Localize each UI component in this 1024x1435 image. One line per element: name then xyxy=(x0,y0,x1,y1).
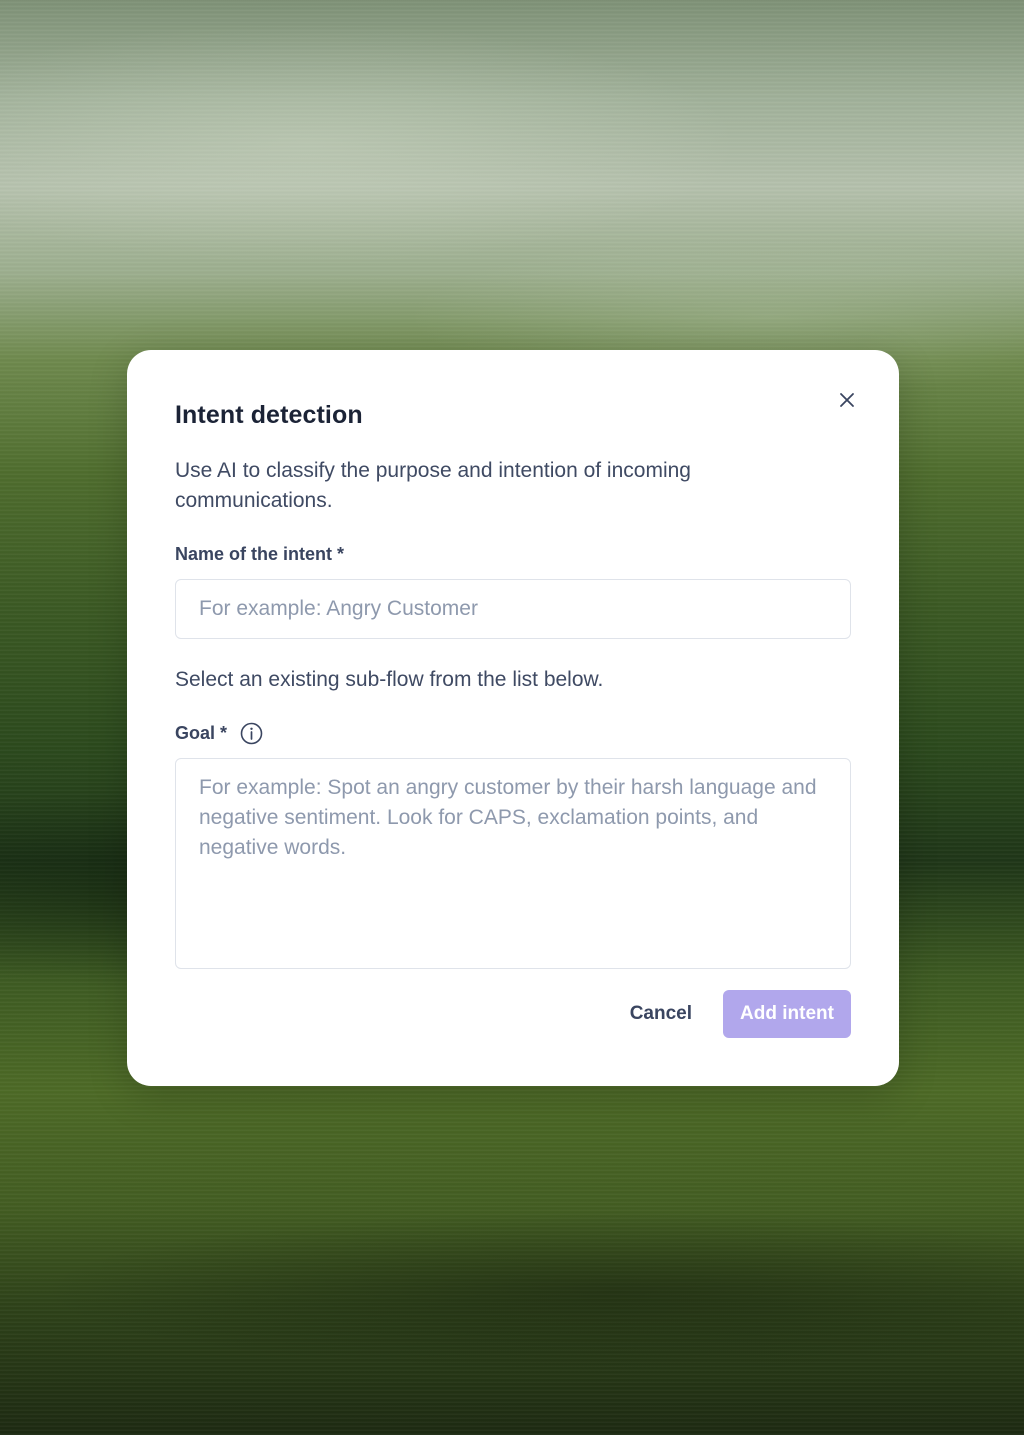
intent-name-label-text: Name of the intent * xyxy=(175,544,345,564)
dialog-title: Intent detection xyxy=(175,401,363,429)
subflow-helper-text: Select an existing sub-flow from the lis… xyxy=(175,668,604,691)
intent-detection-dialog: Intent detection Use AI to classify the … xyxy=(127,350,899,1086)
goal-label: Goal * xyxy=(175,721,851,745)
close-icon xyxy=(840,393,854,407)
close-button[interactable] xyxy=(835,388,859,412)
dialog-actions: Cancel Add intent xyxy=(614,990,851,1038)
goal-textarea[interactable] xyxy=(175,758,851,969)
info-icon[interactable] xyxy=(240,722,263,745)
intent-name-label: Name of the intent * xyxy=(175,542,851,566)
dialog-description: Use AI to classify the purpose and inten… xyxy=(175,459,691,512)
intent-name-input[interactable] xyxy=(175,579,851,639)
add-intent-button[interactable]: Add intent xyxy=(723,990,851,1038)
goal-label-text: Goal * xyxy=(175,723,228,743)
cancel-button[interactable]: Cancel xyxy=(614,991,708,1037)
